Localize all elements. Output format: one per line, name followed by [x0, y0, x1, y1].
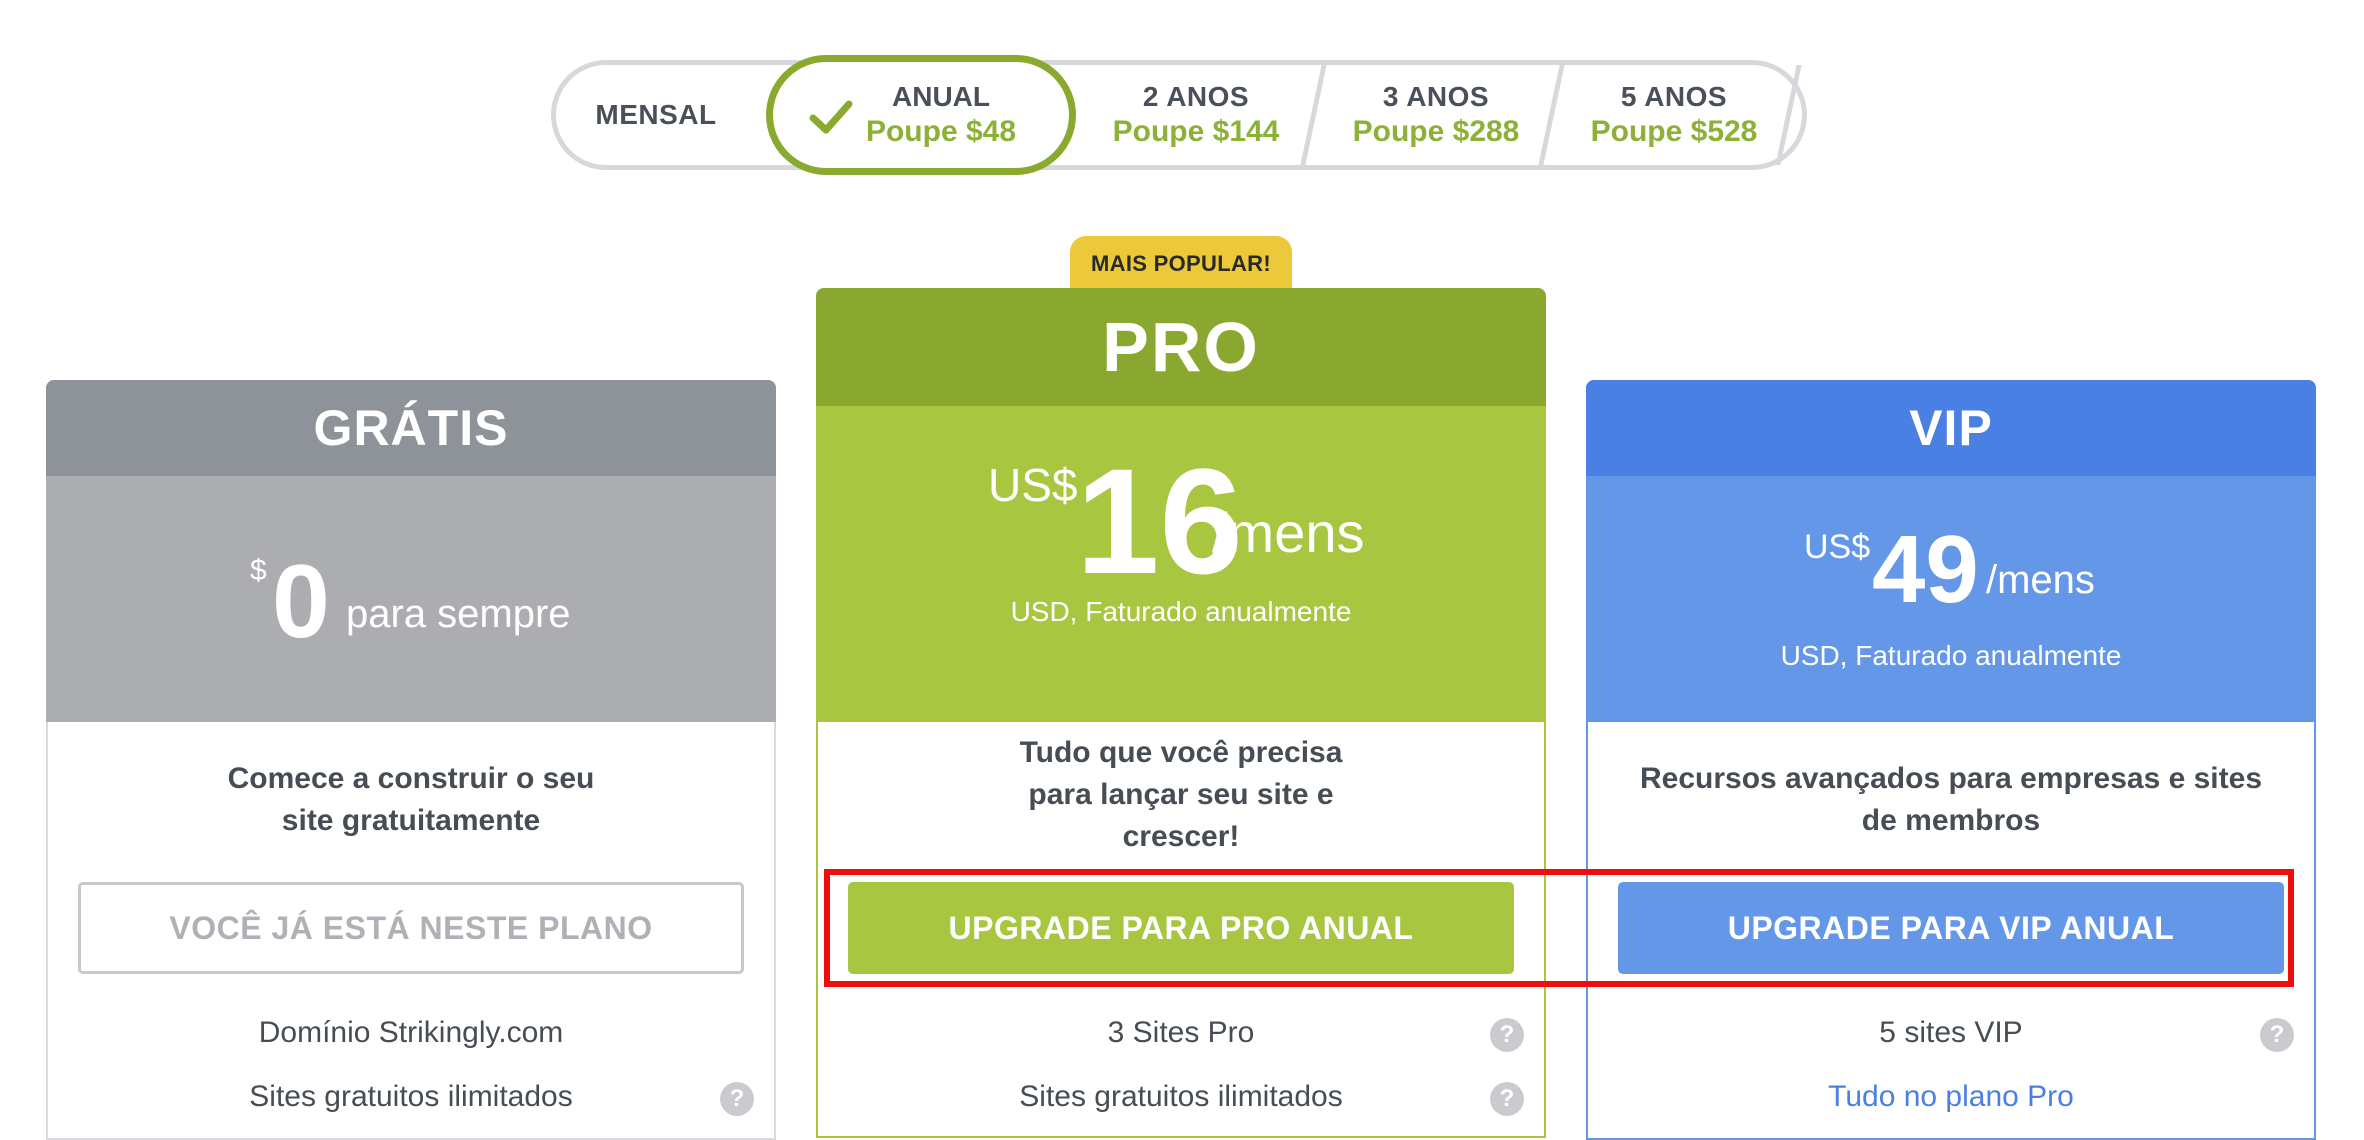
currency-symbol: US$ [1804, 528, 1871, 566]
price-panel: $ 0 para sempre [46, 476, 776, 722]
description-line: Recursos avançados para empresas e sites [1639, 762, 2263, 795]
question-circle-icon[interactable]: ? [2260, 1018, 2294, 1052]
period-savings: Poupe $48 [865, 115, 1017, 148]
period-label: 5 ANOS [1620, 81, 1728, 112]
price-panel: US$ 49 /mens USD, Faturado anualmente [1586, 476, 2316, 722]
feature-item: Sites gratuitos ilimitados [1019, 1080, 1343, 1113]
feature-item: Domínio Strikingly.com [258, 1016, 564, 1049]
description-line: site gratuitamente [281, 804, 541, 837]
plan-description: Comece a construir o seu site gratuitame… [108, 758, 714, 842]
plan-name: VIP [1586, 380, 2316, 476]
period-option-5-years[interactable]: 5 ANOS Poupe $528 [1574, 65, 1774, 165]
question-circle-icon[interactable]: ? [720, 1082, 754, 1116]
upgrade-vip-button[interactable]: UPGRADE PARA VIP ANUAL [1618, 882, 2284, 974]
period-option-annual[interactable]: ANUAL Poupe $48 [766, 55, 1076, 175]
description-line: Tudo que você precisa [1019, 736, 1343, 769]
price-period: /mens [1986, 558, 2095, 602]
current-plan-button[interactable]: VOCÊ JÁ ESTÁ NESTE PLANO [78, 882, 744, 974]
divider [1300, 65, 1327, 165]
plan-description: Tudo que você precisa para lançar seu si… [878, 732, 1484, 858]
plan-name: PRO [816, 288, 1546, 406]
price-amount: 0 [272, 544, 330, 660]
period-label: MENSAL [595, 99, 717, 130]
question-circle-icon[interactable]: ? [1490, 1018, 1524, 1052]
period-label: 2 ANOS [1142, 81, 1250, 112]
upgrade-pro-button[interactable]: UPGRADE PARA PRO ANUAL [848, 882, 1514, 974]
question-circle-icon[interactable]: ? [1490, 1082, 1524, 1116]
period-option-3-years[interactable]: 3 ANOS Poupe $288 [1336, 65, 1536, 165]
price-period: para sempre [346, 592, 571, 636]
feature-item: Sites gratuitos ilimitados [249, 1080, 573, 1113]
billing-note: USD, Faturado anualmente [1010, 596, 1352, 627]
period-label: ANUAL [892, 81, 990, 112]
period-option-monthly[interactable]: MENSAL [556, 65, 756, 165]
price-amount: 49 [1872, 516, 1979, 623]
most-popular-badge: MAIS POPULAR! [1070, 236, 1292, 292]
description-line: Comece a construir o seu [227, 762, 595, 795]
description-line: de membros [1861, 804, 2041, 837]
plan-card-free: GRÁTIS $ 0 para sempre Comece a construi… [46, 380, 776, 1140]
billing-note: USD, Faturado anualmente [1780, 640, 2122, 671]
period-label: 3 ANOS [1382, 81, 1490, 112]
price-period: /mens [1212, 501, 1365, 564]
currency-symbol: US$ [988, 459, 1078, 511]
description-line: para lançar seu site e [1028, 778, 1334, 811]
divider [1775, 65, 1802, 165]
plan-description: Recursos avançados para empresas e sites… [1628, 758, 2274, 842]
feature-link[interactable]: Tudo no plano Pro [1588, 1080, 2314, 1114]
feature-item: 3 Sites Pro [1107, 1016, 1255, 1049]
checkmark-icon [809, 100, 853, 134]
divider [1538, 65, 1565, 165]
period-option-2-years[interactable]: 2 ANOS Poupe $144 [1096, 65, 1296, 165]
currency-symbol: $ [250, 554, 267, 587]
period-savings: Poupe $528 [1590, 115, 1758, 148]
period-savings: Poupe $144 [1112, 115, 1280, 148]
period-savings: Poupe $288 [1352, 115, 1520, 148]
plan-name: GRÁTIS [46, 380, 776, 476]
plan-card-vip: VIP US$ 49 /mens USD, Faturado anualment… [1586, 380, 2316, 1140]
price-panel: US$ 16 /mens USD, Faturado anualmente [816, 406, 1546, 722]
plan-card-pro: PRO US$ 16 /mens USD, Faturado anualment… [816, 288, 1546, 1138]
feature-item: 5 sites VIP [1879, 1016, 2023, 1049]
description-line: crescer! [1122, 820, 1240, 853]
billing-period-toggle: MENSAL ANUAL Poupe $48 2 ANOS Poupe $144… [551, 55, 1807, 175]
